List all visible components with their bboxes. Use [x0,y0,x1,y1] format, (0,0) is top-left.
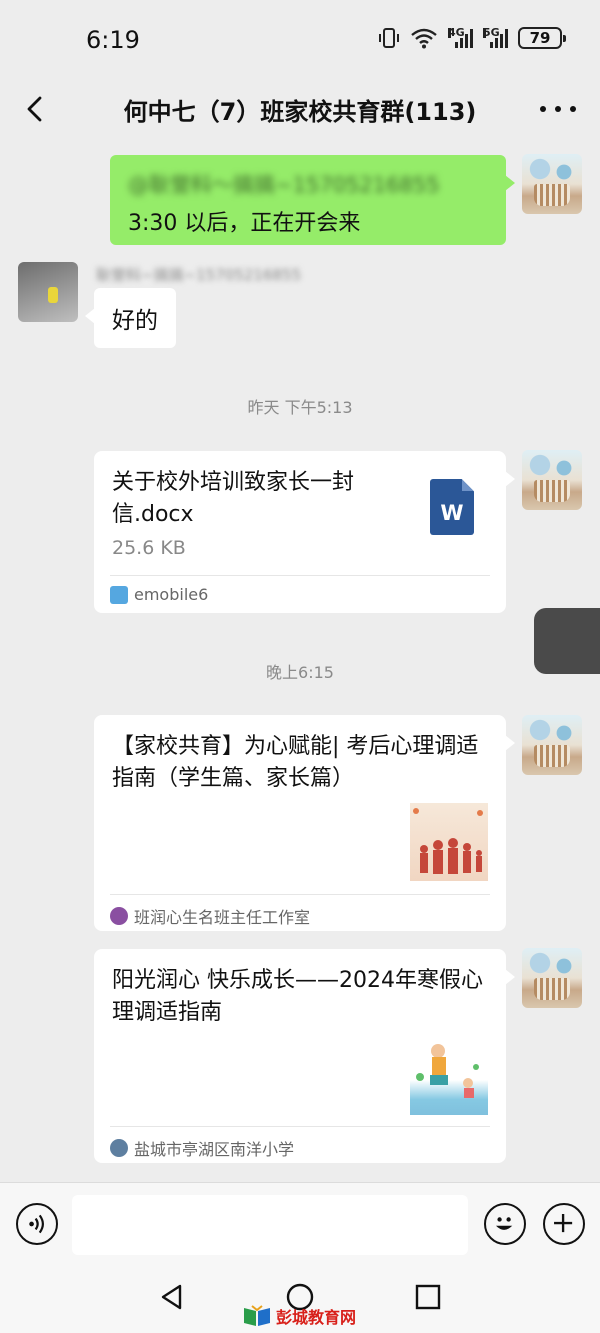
recent-apps-square-icon[interactable] [413,1282,443,1312]
article-card[interactable]: 【家校共育】为心赋能| 考后心理调适指南（学生篇、家长篇） 班润心生名班主任工作… [94,715,515,931]
card-divider [110,1126,490,1127]
chat-header: 何中七（7）班家校共育群(113) [0,78,600,142]
self-avatar[interactable] [522,948,582,1008]
sender-name: 耿誉科~搞搞~15705216855 [96,266,302,284]
self-message-bubble[interactable]: @耿誉科～搞搞~15705216855 3:30 以后，正在开会来 [110,155,515,245]
family-silhouette-thumbnail [410,803,488,881]
school-logo-icon [110,1139,128,1157]
word-document-icon: W [430,479,474,535]
article-title: 【家校共育】为心赋能| 考后心理调适指南（学生篇、家长篇） [112,734,479,791]
dot-icon [555,106,561,112]
child-illustration-thumbnail [410,1037,488,1115]
watermark: 彭城教育网 [242,1304,356,1328]
file-message-card[interactable]: 关于校外培训致家长一封信.docx 25.6 KB W emobile6 [94,451,515,613]
card-divider [110,575,490,576]
mention-text: @耿誉科～搞搞~15705216855 [128,173,440,197]
article-source: 班润心生名班主任工作室 [110,904,310,928]
dot-icon [570,106,576,112]
system-navigation-bar: 彭城教育网 [0,1268,600,1333]
wifi-icon [411,28,437,49]
timestamp: 昨天 下午5:13 [247,398,353,417]
vibrate-icon [379,28,399,48]
message-input[interactable] [72,1195,468,1255]
emoji-icon[interactable] [484,1203,526,1245]
self-avatar[interactable] [522,715,582,775]
message-text: 3:30 以后，正在开会来 [128,211,361,236]
emobile-icon [110,585,128,604]
status-time: 6:19 [86,26,140,54]
article-source: 盐城市亭湖区南洋小学 [110,1136,294,1160]
file-source-label: emobile6 [134,585,209,604]
timestamp: 晚上6:15 [266,663,334,682]
dot-icon [540,106,546,112]
voice-input-icon[interactable] [16,1203,58,1245]
article-source-label: 班润心生名班主任工作室 [134,908,311,927]
file-source: emobile6 [110,585,208,604]
account-logo-icon [110,907,128,925]
card-divider [110,894,490,895]
self-avatar[interactable] [522,154,582,214]
article-card[interactable]: 阳光润心 快乐成长——2024年寒假心理调适指南 盐城市亭湖区南洋小学 [94,949,515,1163]
self-avatar[interactable] [522,450,582,510]
book-logo-icon [244,1305,270,1326]
battery-indicator: 79 [518,27,566,49]
add-more-icon[interactable] [543,1203,585,1245]
sender-avatar[interactable] [18,262,78,322]
status-bar: 6:19 4G 5G 79 [0,0,600,78]
message-input-bar [0,1182,600,1268]
signal-5g-icon: 5G [483,27,508,48]
article-title: 阳光润心 快乐成长——2024年寒假心理调适指南 [112,968,483,1025]
chat-title: 何中七（7）班家校共育群(113) [123,98,477,126]
status-icons: 4G 5G 79 [378,27,566,49]
file-size: 25.6 KB [112,537,186,559]
more-options-button[interactable] [540,94,576,124]
signal-4g-icon: 4G [448,27,473,48]
chat-message-list[interactable]: @耿誉科～搞搞~15705216855 3:30 以后，正在开会来 耿誉科~搞搞… [0,142,600,1182]
received-message-bubble[interactable]: 好的 [85,288,176,348]
watermark-text: 彭城教育网 [276,1308,357,1327]
article-source-label: 盐城市亭湖区南洋小学 [134,1140,295,1159]
message-text: 好的 [112,308,158,334]
back-triangle-icon[interactable] [157,1282,187,1312]
file-name: 关于校外培训致家长一封信.docx [112,470,355,527]
